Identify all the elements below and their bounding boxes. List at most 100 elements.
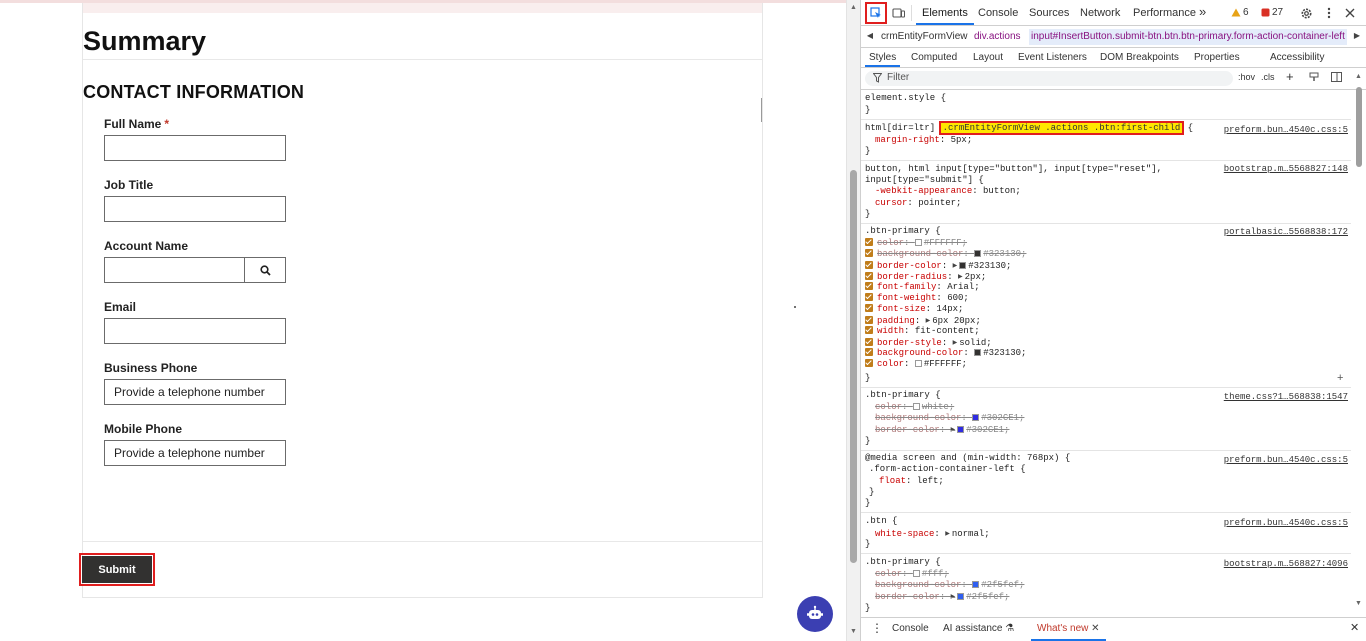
subtab-styles[interactable]: Styles: [864, 52, 901, 67]
hover-state-toggle[interactable]: :hov: [1238, 72, 1255, 82]
scroll-down-icon[interactable]: ▼: [850, 628, 857, 635]
css-declaration[interactable]: border-color: ▶ #302CE1;: [875, 424, 1009, 436]
bot-icon: [807, 605, 823, 619]
rule-selector: .btn-primary {: [865, 390, 941, 400]
class-toggle[interactable]: .cls: [1261, 72, 1275, 82]
css-declaration[interactable]: color: #FFFFFF;: [865, 359, 967, 370]
subtab-layout[interactable]: Layout: [973, 52, 1003, 63]
styles-scrollbar[interactable]: ▲ ▼: [1352, 70, 1366, 617]
page-scrollbar[interactable]: ▲ ▼: [846, 0, 860, 641]
checkbox[interactable]: [865, 359, 873, 367]
paint-icon[interactable]: [1309, 72, 1319, 84]
css-declaration[interactable]: border-color: ▶ #2f5fef;: [875, 591, 1009, 603]
drawer-tab-whats-new[interactable]: What's new ✕: [1031, 623, 1106, 641]
scrollbar-thumb[interactable]: [850, 170, 857, 563]
css-declaration[interactable]: background-color: #323130;: [865, 348, 1026, 359]
sidebar-toggle-icon[interactable]: [1331, 72, 1342, 84]
inspect-element-button[interactable]: [865, 2, 887, 24]
job-title-input[interactable]: [104, 196, 286, 222]
device-toolbar-button[interactable]: [889, 4, 907, 22]
checkbox[interactable]: [865, 326, 873, 334]
drawer-tab-ai-assistance[interactable]: AI assistance ⚗: [943, 623, 1014, 634]
settings-button[interactable]: [1297, 4, 1315, 22]
css-declaration[interactable]: font-family: Arial;: [865, 282, 980, 293]
css-declaration[interactable]: color: white;: [875, 402, 954, 413]
checkbox[interactable]: [865, 282, 873, 290]
css-declaration[interactable]: font-size: 14px;: [865, 304, 963, 315]
device-icon: [891, 8, 905, 18]
warnings-badge[interactable]: 6: [1231, 7, 1249, 18]
source-link[interactable]: theme.css?1…568838:1547: [1224, 392, 1348, 402]
devtools-drawer: ⋮ Console AI assistance ⚗ What's new ✕ ✕: [861, 617, 1366, 641]
add-property-icon[interactable]: +: [1337, 372, 1343, 384]
checkbox[interactable]: [865, 249, 873, 257]
checkbox[interactable]: [865, 304, 873, 312]
subtab-computed[interactable]: Computed: [911, 52, 957, 63]
full-name-input[interactable]: [104, 135, 286, 161]
chat-assistant-button[interactable]: [797, 596, 833, 632]
source-link[interactable]: bootstrap.m…568827:4096: [1224, 559, 1348, 569]
email-input[interactable]: [104, 318, 286, 344]
css-declaration[interactable]: color: #fff;: [875, 569, 949, 580]
source-link[interactable]: preform.bun…4540c.css:5: [1224, 518, 1348, 528]
new-style-rule-icon[interactable]: +: [1286, 69, 1294, 84]
css-declaration[interactable]: white-space: ▶ normal;: [875, 528, 990, 540]
css-declaration[interactable]: -webkit-appearance: button;: [875, 186, 1021, 197]
css-declaration[interactable]: background-color: #302CE1;: [875, 413, 1024, 424]
drawer-menu-icon[interactable]: ⋮: [871, 621, 883, 635]
checkbox[interactable]: [865, 293, 873, 301]
breadcrumb-left-icon[interactable]: ◀: [864, 31, 876, 40]
submit-button[interactable]: Submit: [79, 553, 155, 586]
tab-sources[interactable]: Sources: [1029, 7, 1069, 19]
css-declaration[interactable]: width: fit-content;: [865, 326, 980, 337]
breadcrumb-item[interactable]: div.actions: [974, 31, 1021, 42]
subtab-accessibility[interactable]: Accessibility: [1270, 52, 1324, 63]
more-tabs-button[interactable]: »: [1199, 4, 1206, 19]
gear-icon: [1301, 8, 1311, 18]
close-devtools-button[interactable]: [1341, 4, 1359, 22]
css-declaration[interactable]: color: #FFFFFF;: [865, 238, 967, 249]
checkbox[interactable]: [865, 316, 873, 324]
tab-elements[interactable]: Elements: [916, 7, 974, 25]
breadcrumb-item-selected[interactable]: input#InsertButton.submit-btn.btn.btn-pr…: [1029, 29, 1347, 45]
mobile-phone-label: Mobile Phone: [104, 422, 182, 436]
checkbox[interactable]: [865, 238, 873, 246]
account-name-input[interactable]: [104, 257, 245, 283]
mobile-phone-input[interactable]: [104, 440, 286, 466]
tab-network[interactable]: Network: [1080, 7, 1120, 19]
checkbox[interactable]: [865, 338, 873, 346]
close-drawer-icon[interactable]: ✕: [1350, 621, 1359, 634]
close-icon: ✕: [1091, 623, 1100, 634]
filter-input[interactable]: Filter: [865, 71, 1233, 86]
highlighted-selector[interactable]: .crmEntityFormView .actions .btn:first-c…: [938, 121, 1185, 135]
scrollbar-thumb[interactable]: [1356, 87, 1362, 167]
source-link[interactable]: bootstrap.m…5568827:148: [1224, 164, 1348, 174]
breadcrumb-right-icon[interactable]: ▶: [1351, 31, 1363, 40]
scroll-up-icon[interactable]: ▲: [850, 4, 857, 11]
breadcrumb-item[interactable]: crmEntityFormView: [881, 31, 968, 42]
css-declaration[interactable]: background-color: #2f5fef;: [875, 580, 1024, 591]
source-link[interactable]: portalbasic…5568838:172: [1224, 227, 1348, 237]
subtab-dom-breakpoints[interactable]: DOM Breakpoints: [1100, 52, 1179, 63]
checkbox[interactable]: [865, 348, 873, 356]
checkbox[interactable]: [865, 261, 873, 269]
rule-selector: .form-action-container-left {: [869, 464, 1026, 474]
source-link[interactable]: preform.bun…4540c.css:5: [1224, 455, 1348, 465]
account-lookup-button[interactable]: [244, 257, 286, 283]
errors-badge[interactable]: 27: [1261, 7, 1283, 18]
css-declaration[interactable]: cursor: pointer;: [875, 198, 961, 209]
tab-performance[interactable]: Performance: [1133, 7, 1196, 19]
business-phone-label: Business Phone: [104, 361, 198, 375]
css-declaration[interactable]: float: left;: [879, 476, 944, 487]
css-declaration[interactable]: font-weight: 600;: [865, 293, 969, 304]
css-declaration[interactable]: margin-right: 5px;: [875, 135, 972, 146]
drawer-tab-console[interactable]: Console: [892, 623, 929, 634]
tab-console[interactable]: Console: [978, 7, 1018, 19]
checkbox[interactable]: [865, 272, 873, 280]
subtab-event-listeners[interactable]: Event Listeners: [1018, 52, 1087, 63]
css-declaration[interactable]: background-color: #323130;: [865, 249, 1026, 260]
subtab-properties[interactable]: Properties: [1194, 52, 1240, 63]
business-phone-input[interactable]: [104, 379, 286, 405]
more-options-button[interactable]: [1320, 4, 1338, 22]
source-link[interactable]: preform.bun…4540c.css:5: [1224, 125, 1348, 135]
